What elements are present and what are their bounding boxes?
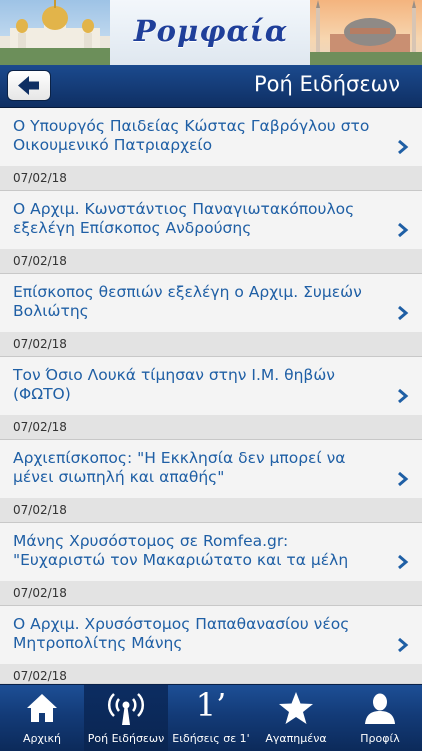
star-icon: [279, 692, 313, 724]
news-date: 07/02/18: [0, 332, 422, 356]
tab-news-one-minute[interactable]: 1’ Ειδήσεις σε 1': [168, 685, 254, 751]
news-title: Τον Όσιο Λουκά τίμησαν στην Ι.Μ. θηβών (…: [13, 366, 335, 403]
tab-news-feed[interactable]: Ροή Ειδήσεων: [84, 685, 168, 751]
news-item[interactable]: Ο Υπουργός Παιδείας Κώστας Γαβρόγλου στο…: [0, 108, 422, 191]
profile-icon: [365, 693, 395, 724]
tab-label: Ειδήσεις σε 1': [172, 732, 250, 745]
chevron-right-icon: [398, 139, 409, 155]
chevron-right-icon: [398, 388, 409, 404]
tab-favorites[interactable]: Αγαπημένα: [254, 685, 338, 751]
news-item[interactable]: Ο Αρχιμ. Κωνστάντιος Παναγιωτακόπουλος ε…: [0, 191, 422, 274]
news-date: 07/02/18: [0, 166, 422, 190]
one-minute-icon: 1’: [195, 686, 227, 724]
news-title: Ο Αρχιμ. Χρυσόστομος Παπαθανασίου νέος Μ…: [13, 615, 350, 652]
home-icon: [27, 694, 57, 722]
nav-header: Ροή Ειδήσεων: [0, 65, 422, 108]
news-item[interactable]: Επίσκοπος θεσπιών εξελέγη ο Αρχιμ. Συμεώ…: [0, 274, 422, 357]
news-item[interactable]: Τον Όσιο Λουκά τίμησαν στην Ι.Μ. θηβών (…: [0, 357, 422, 440]
news-title: Αρχιεπίσκοπος: "Η Εκκλησία δεν μπορεί να…: [13, 449, 346, 486]
tab-label: Αρχική: [22, 732, 62, 745]
page-title: Ροή Ειδήσεων: [253, 72, 400, 96]
tab-home[interactable]: Αρχική: [0, 685, 84, 751]
back-arrow-icon: [18, 76, 39, 95]
news-title: Ο Αρχιμ. Κωνστάντιος Παναγιωτακόπουλος ε…: [13, 200, 355, 237]
news-item[interactable]: Μάνης Χρυσόστομος σε Romfea.gr: "Ευχαρισ…: [0, 523, 422, 606]
news-date: 07/02/18: [0, 664, 422, 683]
chevron-right-icon: [398, 222, 409, 238]
app-banner: Ρομφαία: [0, 0, 422, 65]
broadcast-icon: [107, 693, 145, 725]
chevron-right-icon: [398, 554, 409, 570]
chevron-right-icon: [398, 471, 409, 487]
news-date: 07/02/18: [0, 249, 422, 273]
tab-label: Ροή Ειδήσεων: [87, 732, 165, 745]
news-list: Ο Υπουργός Παιδείας Κώστας Γαβρόγλου στο…: [0, 108, 422, 683]
news-title: Ο Υπουργός Παιδείας Κώστας Γαβρόγλου στο…: [13, 117, 370, 154]
back-button[interactable]: [7, 70, 51, 101]
news-item[interactable]: Αρχιεπίσκοπος: "Η Εκκλησία δεν μπορεί να…: [0, 440, 422, 523]
news-item[interactable]: Ο Αρχιμ. Χρυσόστομος Παπαθανασίου νέος Μ…: [0, 606, 422, 683]
news-title: Μάνης Χρυσόστομος σε Romfea.gr: "Ευχαρισ…: [13, 532, 349, 569]
tab-label: Προφίλ: [360, 732, 400, 745]
tab-label: Αγαπημένα: [265, 732, 327, 745]
news-date: 07/02/18: [0, 415, 422, 439]
chevron-right-icon: [398, 305, 409, 321]
app-logo: Ρομφαία: [133, 14, 289, 48]
chevron-right-icon: [398, 637, 409, 653]
news-title: Επίσκοπος θεσπιών εξελέγη ο Αρχιμ. Συμεώ…: [13, 283, 362, 320]
news-date: 07/02/18: [0, 581, 422, 605]
tab-profile[interactable]: Προφίλ: [338, 685, 422, 751]
news-date: 07/02/18: [0, 498, 422, 522]
tab-bar: Αρχική Ροή Ειδήσεων 1’ Ειδήσεις σε 1' Αγ…: [0, 684, 422, 751]
